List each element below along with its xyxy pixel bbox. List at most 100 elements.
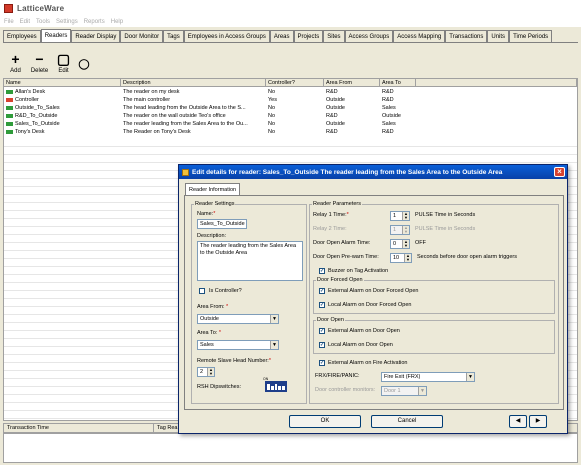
menu-file[interactable]: File [4, 19, 14, 25]
frx-select[interactable]: Fire Exit (FRX) ▼ [381, 372, 475, 382]
reader-icon [6, 105, 13, 110]
spinner-icon: ▲ ▼ [402, 240, 409, 248]
row-controller: No [268, 105, 276, 111]
row-description: The reader leading from the Sales Area t… [123, 121, 248, 127]
edit-button[interactable]: ▢ Edit [52, 46, 75, 76]
monitor-select[interactable]: Door 1 ▼ [381, 386, 427, 396]
row-area-to: Outside [382, 113, 401, 119]
tab-employees-in-access-groups[interactable]: Employees in Access Groups [183, 30, 270, 42]
row-name: Tony's Desk [15, 129, 45, 135]
row-description: The Reader on Tony's Desk [123, 129, 191, 135]
spinner-icon: ▲ ▼ [404, 254, 411, 262]
reader-icon [6, 121, 13, 126]
buzzer-checkbox[interactable]: ✓ [319, 268, 325, 274]
tab-units[interactable]: Units [487, 30, 510, 42]
grid-header: Name Description Controller? Area From A… [4, 79, 577, 87]
ext-alarm-open-checkbox[interactable]: ✓ [319, 328, 325, 334]
arrow-left-icon: ◀ [515, 418, 521, 424]
menu-reports[interactable]: Reports [84, 19, 105, 25]
cancel-button[interactable]: Cancel [371, 415, 443, 428]
tab-tags[interactable]: Tags [163, 30, 184, 42]
controller-icon [6, 97, 13, 102]
tab-access-mapping[interactable]: Access Mapping [393, 30, 446, 42]
row-area-from: R&D [326, 89, 338, 95]
area-from-select[interactable]: Outside ▼ [197, 314, 279, 324]
delete-button[interactable]: − Delete [28, 46, 51, 76]
table-row[interactable]: Controller The main controller Yes Outsi… [4, 96, 577, 104]
add-button[interactable]: + Add [4, 46, 27, 76]
tab-reader-display[interactable]: Reader Display [71, 30, 121, 42]
tab-time-periods[interactable]: Time Periods [509, 30, 553, 42]
main-tabs: Employees Readers Reader Display Door Mo… [3, 29, 578, 43]
tab-projects[interactable]: Projects [293, 30, 324, 42]
menu-help[interactable]: Help [111, 19, 123, 25]
row-controller: No [268, 129, 276, 135]
menu-edit[interactable]: Edit [20, 19, 30, 25]
row-area-from: Outside [326, 121, 345, 127]
tab-sites[interactable]: Sites [323, 30, 345, 42]
ok-button[interactable]: OK [289, 415, 361, 428]
minus-icon: − [35, 51, 44, 67]
relay2-suffix: PULSE Time in Seconds [415, 226, 476, 232]
prewarn-suffix: Seconds before door open alarm triggers [417, 254, 517, 260]
area-to-select[interactable]: Sales ▼ [197, 340, 279, 350]
door-open-group [313, 320, 555, 354]
column-header-name[interactable]: Name [4, 79, 121, 86]
row-area-to: Sales [382, 121, 396, 127]
row-controller: No [268, 89, 276, 95]
tab-transactions[interactable]: Transactions [445, 30, 488, 42]
relay2-stepper[interactable]: 1 ▲ ▼ [390, 225, 410, 235]
tab-employees[interactable]: Employees [3, 30, 41, 42]
next-record-button[interactable]: ▶ [529, 415, 547, 428]
is-controller-checkbox[interactable] [199, 288, 205, 294]
description-textarea[interactable]: The reader leading from the Sales Area t… [197, 241, 303, 281]
ext-alarm-forced-checkbox[interactable]: ✓ [319, 288, 325, 294]
alarm-time-stepper[interactable]: 0 ▲ ▼ [390, 239, 410, 249]
column-header-controller[interactable]: Controller? [266, 79, 324, 86]
row-controller: No [268, 113, 276, 119]
relay1-stepper[interactable]: 1 ▲ ▼ [390, 211, 410, 221]
column-header-area-to[interactable]: Area To [380, 79, 416, 86]
menu-tools[interactable]: Tools [36, 19, 50, 25]
rsh-dipswitches-label: RSH Dipswitches: [197, 384, 242, 390]
relay1-label: Relay 1 Time:* [313, 212, 349, 218]
table-row[interactable]: Tony's Desk The Reader on Tony's Desk No… [4, 128, 577, 136]
relay1-value: 1 [393, 213, 397, 219]
alarm-time-label: Door Open Alarm Time: [313, 240, 371, 246]
row-name: Controller [15, 97, 39, 103]
name-input[interactable]: Sales_To_Outside [197, 219, 247, 229]
table-row[interactable]: Allan's Desk The reader on my desk No R&… [4, 88, 577, 96]
dialog-icon [182, 168, 189, 176]
remote-slave-stepper[interactable]: 2 ▲ ▼ [197, 367, 215, 377]
tab-door-monitor[interactable]: Door Monitor [120, 30, 164, 42]
local-alarm-forced-checkbox[interactable]: ✓ [319, 302, 325, 308]
tag-button[interactable]: ◯ [76, 46, 92, 76]
prewarn-stepper[interactable]: 10 ▲ ▼ [390, 253, 412, 263]
name-label: Name:* [197, 211, 216, 217]
ext-alarm-forced-label: External Alarm on Door Forced Open [328, 288, 419, 294]
area-to-value: Sales [200, 342, 214, 348]
tab-readers[interactable]: Readers [40, 29, 72, 42]
tab-access-groups[interactable]: Access Groups [344, 30, 394, 42]
add-label: Add [10, 68, 21, 74]
table-row[interactable]: Sales_To_Outside The reader leading from… [4, 120, 577, 128]
dialog-title-bar: Edit details for reader: Sales_To_Outsid… [179, 165, 567, 179]
column-header-description[interactable]: Description [121, 79, 266, 86]
door-forced-open-label: Door Forced Open [316, 277, 364, 283]
ext-alarm-fire-checkbox[interactable]: ✓ [319, 360, 325, 366]
table-row[interactable]: Outside_To_Sales The head leading from t… [4, 104, 577, 112]
menu-settings[interactable]: Settings [56, 19, 78, 25]
transactions-pane [3, 433, 578, 463]
table-row[interactable]: R&D_To_Outside The reader on the wall ou… [4, 112, 577, 120]
previous-record-button[interactable]: ◀ [509, 415, 527, 428]
column-header-transaction-time[interactable]: Transaction Time [4, 424, 154, 432]
row-name: Outside_To_Sales [15, 105, 60, 111]
close-icon[interactable]: × [554, 167, 565, 177]
spinner-icon: ▲ ▼ [402, 226, 409, 234]
column-header-area-from[interactable]: Area From [324, 79, 380, 86]
tab-areas[interactable]: Areas [269, 30, 294, 42]
buzzer-label: Buzzer on Tag Activation [328, 268, 389, 274]
local-alarm-open-checkbox[interactable]: ✓ [319, 342, 325, 348]
remote-slave-value: 2 [200, 369, 204, 375]
menu-bar: File Edit Tools Settings Reports Help [0, 16, 581, 27]
